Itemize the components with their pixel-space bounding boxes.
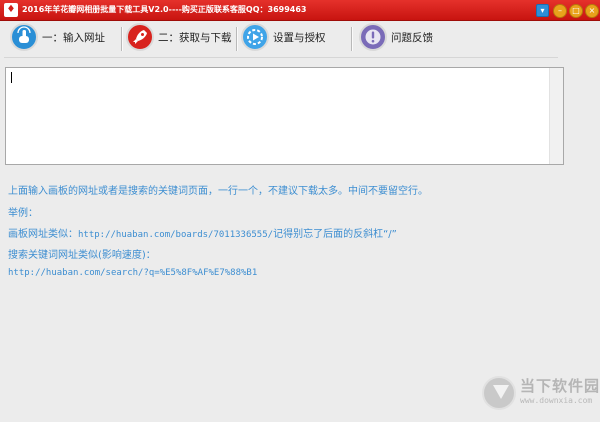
minimize-icon[interactable]: – bbox=[553, 4, 567, 18]
text-caret bbox=[11, 72, 12, 83]
tab-settings-auth-label: 设置与授权 bbox=[273, 32, 326, 44]
toolbar-separator bbox=[351, 27, 353, 51]
help-search-heading: 搜索关键词网址类似(影响速度)： bbox=[8, 250, 156, 261]
help-board-suffix: 记得别忘了后面的反斜杠“/” bbox=[273, 229, 397, 240]
toolbar: 一：输入网址 二：获取与下载 设置与授权 问题反馈 bbox=[0, 21, 600, 55]
title-bar: ♦ 2016年羊花瓣网相册批量下载工具V2.0----购买正版联系客服QQ：36… bbox=[0, 0, 600, 21]
window-title: 2016年羊花瓣网相册批量下载工具V2.0----购买正版联系客服QQ：3699… bbox=[22, 5, 307, 14]
settings-play-icon bbox=[241, 23, 269, 51]
url-textarea[interactable] bbox=[5, 67, 564, 165]
watermark-name: 当下软件园 bbox=[520, 377, 600, 395]
tab-feedback-label: 问题反馈 bbox=[391, 32, 433, 44]
help-board-prefix: 画板网址类似： bbox=[8, 229, 78, 240]
help-instruction: 上面输入画板的网址或者是搜索的关键词页面，一行一个，不建议下载太多。中间不要留空… bbox=[8, 186, 428, 197]
help-board-url: http://huaban.com/boards/7011336555/ bbox=[78, 230, 274, 240]
downxia-logo-icon bbox=[482, 376, 516, 410]
app-logo-icon: ♦ bbox=[4, 3, 18, 17]
rocket-icon bbox=[126, 23, 154, 51]
tab-fetch-download[interactable]: 二：获取与下载 bbox=[126, 21, 236, 55]
downxia-watermark: 当下软件园 www.downxia.com bbox=[478, 372, 600, 420]
vertical-scrollbar[interactable] bbox=[549, 68, 563, 164]
tab-settings-auth[interactable]: 设置与授权 bbox=[241, 21, 341, 55]
skin-icon[interactable]: ▾ bbox=[536, 4, 549, 17]
tab-input-url-label: 一：输入网址 bbox=[42, 32, 105, 44]
toolbar-separator bbox=[121, 27, 123, 51]
touch-hand-icon bbox=[10, 23, 38, 51]
maximize-icon[interactable]: □ bbox=[569, 4, 583, 18]
help-search-url: http://huaban.com/search/?q=%E5%8F%AF%E7… bbox=[8, 268, 258, 278]
help-example-heading: 举例： bbox=[8, 208, 38, 219]
tab-input-url[interactable]: 一：输入网址 bbox=[10, 21, 110, 55]
help-board-example: 画板网址类似：http://huaban.com/boards/70113365… bbox=[8, 225, 397, 240]
exclamation-icon bbox=[359, 23, 387, 51]
close-icon[interactable]: × bbox=[585, 4, 599, 18]
watermark-url: www.downxia.com bbox=[520, 396, 593, 405]
toolbar-separator bbox=[236, 27, 238, 51]
tab-fetch-download-label: 二：获取与下载 bbox=[158, 32, 232, 44]
tab-feedback[interactable]: 问题反馈 bbox=[359, 21, 459, 55]
toolbar-divider bbox=[4, 57, 558, 58]
